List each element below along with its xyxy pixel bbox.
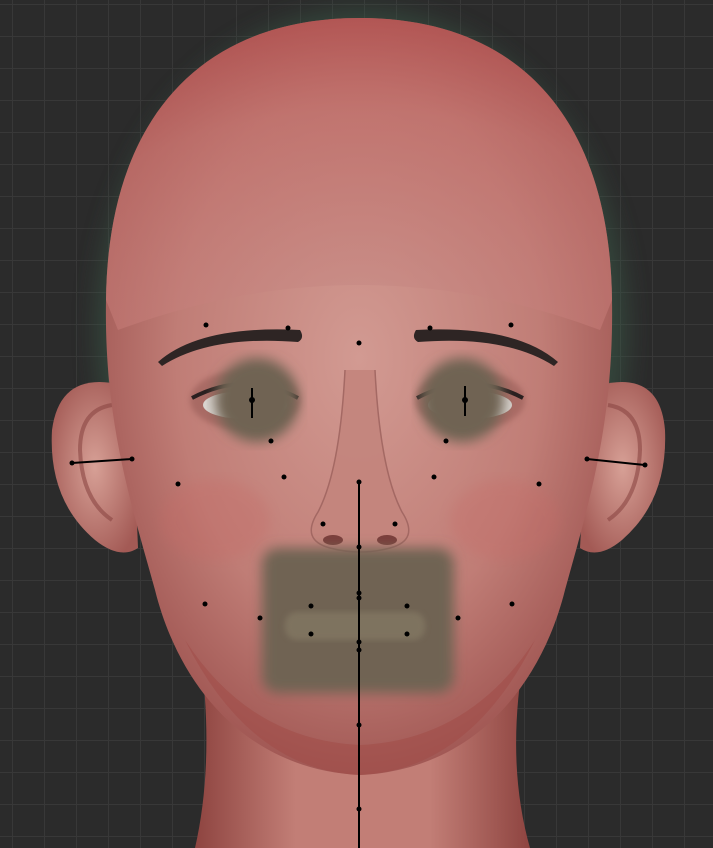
landmark-point	[392, 521, 398, 527]
landmark-point	[356, 340, 362, 346]
landmark-point	[642, 462, 648, 468]
landmark-point	[356, 639, 362, 645]
landmark-point	[584, 456, 590, 462]
landmark-point	[427, 325, 433, 331]
landmark-point	[203, 322, 209, 328]
landmark-point	[285, 325, 291, 331]
head-model-render	[51, 10, 666, 848]
landmark-point	[462, 397, 468, 403]
landmark-point	[308, 631, 314, 637]
landmark-point	[404, 603, 410, 609]
landmark-point	[69, 460, 75, 466]
landmark-point	[356, 544, 362, 550]
landmark-point	[455, 615, 461, 621]
left-cheek	[160, 480, 270, 560]
landmark-point	[356, 479, 362, 485]
landmark-point	[257, 615, 263, 621]
landmark-point	[308, 603, 314, 609]
landmark-point	[356, 647, 362, 653]
landmark-point	[443, 438, 449, 444]
landmark-point	[536, 481, 542, 487]
landmark-point	[175, 481, 181, 487]
landmark-point	[356, 595, 362, 601]
left-eye-mask	[215, 358, 299, 442]
landmark-point	[508, 322, 514, 328]
landmark-point	[202, 601, 208, 607]
scalp	[106, 18, 612, 330]
landmark-point	[356, 806, 362, 812]
landmark-point	[356, 590, 362, 596]
landmark-point	[404, 631, 410, 637]
3d-viewport[interactable]	[0, 0, 713, 848]
landmark-point	[320, 521, 326, 527]
landmark-point	[281, 474, 287, 480]
landmark-point	[509, 601, 515, 607]
landmark-point	[268, 438, 274, 444]
landmark-point	[249, 397, 255, 403]
landmark-point	[129, 456, 135, 462]
landmark-point	[431, 474, 437, 480]
landmark-point	[356, 722, 362, 728]
right-cheek	[450, 480, 560, 560]
